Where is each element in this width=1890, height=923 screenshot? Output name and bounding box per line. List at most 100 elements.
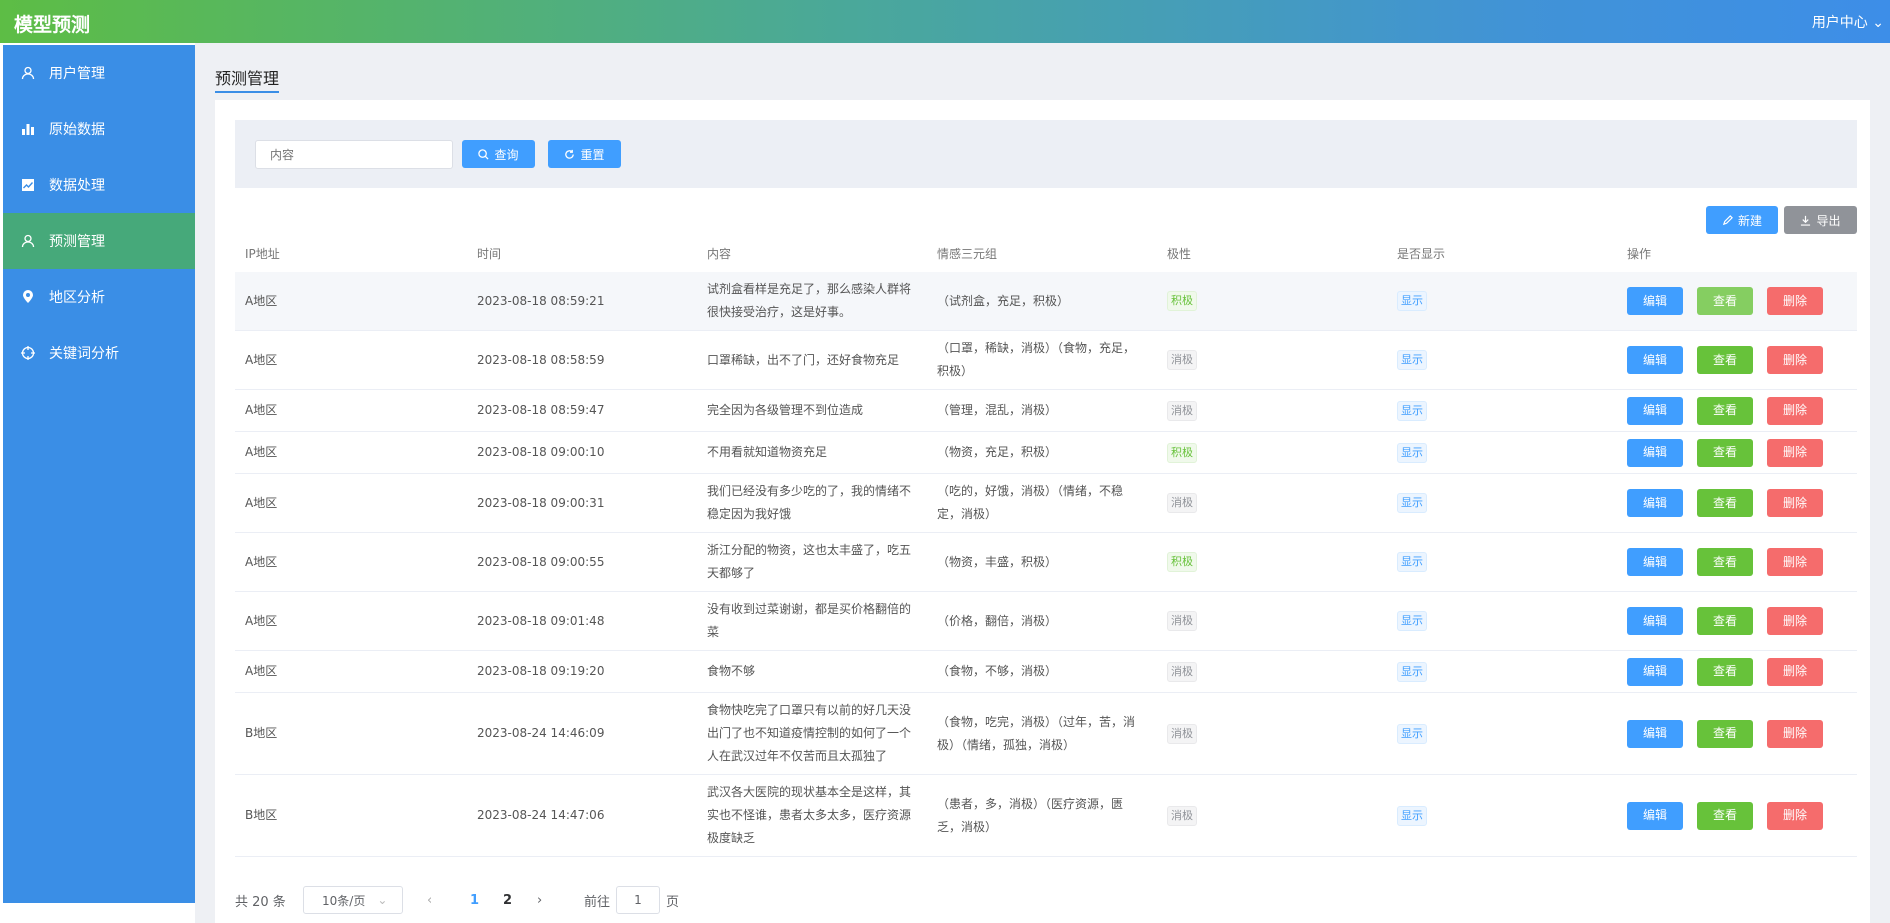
reset-button[interactable]: 重置 <box>548 140 621 168</box>
sidebar-item-label: 数据处理 <box>49 178 105 194</box>
show-tag: 显示 <box>1397 611 1427 631</box>
delete-button[interactable]: 删除 <box>1767 346 1823 374</box>
triple-cell: （试剂盒，充足，积极） <box>937 293 1070 308</box>
delete-button[interactable]: 删除 <box>1767 657 1823 686</box>
polarity-cell: 积极 <box>1167 533 1197 591</box>
table-row: B地区 2023-08-24 14:46:09 食物快吃完了口罩只有以前的好几天没出… <box>235 693 1857 775</box>
content-cell: 浙江分配的物资，这也太丰盛了，吃五天都够了 <box>707 543 912 580</box>
delete-button[interactable]: 删除 <box>1767 801 1823 830</box>
view-button[interactable]: 查看 <box>1697 346 1753 374</box>
show-tag: 显示 <box>1397 661 1427 682</box>
column-header: 情感三元组 <box>937 247 998 261</box>
view-button[interactable]: 查看 <box>1697 548 1753 576</box>
actions-cell: 编辑 查看 删除 <box>1627 474 1837 532</box>
polarity-tag: 消极 <box>1167 400 1197 421</box>
delete-button[interactable]: 删除 <box>1767 287 1823 315</box>
view-button[interactable]: 查看 <box>1697 719 1753 748</box>
delete-button[interactable]: 删除 <box>1767 607 1823 635</box>
show-cell: 显示 <box>1397 775 1427 856</box>
app-header: 模型预测 用户中心 ⌄ <box>0 0 1890 43</box>
aim-icon <box>19 344 37 362</box>
sidebar-item-1[interactable]: 原始数据 <box>3 101 195 157</box>
page-number[interactable]: 2 <box>503 886 512 914</box>
goto-page-input[interactable]: 1 <box>616 886 660 914</box>
page-tab[interactable]: 预测管理 <box>215 65 280 93</box>
ip-cell: A地区 <box>245 352 278 367</box>
actions-cell: 编辑 查看 删除 <box>1627 272 1837 330</box>
column-header: IP地址 <box>245 247 280 261</box>
ip-cell: B地区 <box>245 808 278 822</box>
prev-page-icon[interactable]: ‹ <box>427 886 432 914</box>
edit-button[interactable]: 编辑 <box>1627 346 1683 374</box>
triple-cell: （食物，不够，消极） <box>937 664 1058 678</box>
query-button-label: 查询 <box>494 147 519 162</box>
view-button[interactable]: 查看 <box>1697 287 1753 315</box>
delete-button[interactable]: 删除 <box>1767 396 1823 425</box>
trend-chart-icon <box>19 176 37 194</box>
time-cell: 2023-08-18 09:00:31 <box>477 495 605 510</box>
edit-button[interactable]: 编辑 <box>1627 438 1683 467</box>
query-button[interactable]: 查询 <box>462 140 535 168</box>
view-button[interactable]: 查看 <box>1697 607 1753 635</box>
delete-button[interactable]: 删除 <box>1767 438 1823 467</box>
edit-button[interactable]: 编辑 <box>1627 396 1683 425</box>
page-size-select[interactable]: 10条/页 ⌄ <box>303 886 403 914</box>
search-bar: 查询 重置 <box>235 120 1857 188</box>
polarity-tag: 积极 <box>1167 552 1197 572</box>
edit-button[interactable]: 编辑 <box>1627 489 1683 517</box>
table-row: A地区 2023-08-18 08:58:59 口罩稀缺，出不了门，还好食物充足 （口… <box>235 331 1857 390</box>
sidebar-item-label: 关键词分析 <box>49 346 119 362</box>
page-size-value: 10条/页 <box>322 893 366 908</box>
ip-cell: B地区 <box>245 726 278 740</box>
ip-cell: A地区 <box>245 613 278 628</box>
table-row: A地区 2023-08-18 09:00:31 我们已经没有多少吃的了，我的情绪不稳… <box>235 474 1857 533</box>
view-button[interactable]: 查看 <box>1697 801 1753 830</box>
edit-button[interactable]: 编辑 <box>1627 607 1683 635</box>
triple-cell: （吃的，好饿，消极）（情绪，不稳定，消极） <box>937 484 1124 521</box>
view-button[interactable]: 查看 <box>1697 489 1753 517</box>
polarity-cell: 消极 <box>1167 651 1197 692</box>
column-header: 时间 <box>477 247 502 261</box>
next-page-icon[interactable]: › <box>537 886 542 914</box>
export-button[interactable]: 导出 <box>1784 206 1857 234</box>
chevron-down-icon: ⌄ <box>1872 15 1884 31</box>
sidebar-item-label: 用户管理 <box>49 66 105 82</box>
page-number[interactable]: 1 <box>470 886 479 914</box>
search-input[interactable] <box>255 140 453 169</box>
sidebar-item-4[interactable]: 地区分析 <box>3 269 195 325</box>
edit-button[interactable]: 编辑 <box>1627 657 1683 686</box>
triple-cell: （物资，丰盛，积极） <box>937 554 1058 569</box>
actions-cell: 编辑 查看 删除 <box>1627 432 1837 473</box>
sidebar-item-5[interactable]: 关键词分析 <box>3 325 195 381</box>
edit-button[interactable]: 编辑 <box>1627 801 1683 830</box>
delete-button[interactable]: 删除 <box>1767 548 1823 576</box>
page-suffix: 页 <box>666 894 680 910</box>
ip-cell: A地区 <box>245 664 278 678</box>
user-center-menu[interactable]: 用户中心 ⌄ <box>1812 12 1884 32</box>
content-cell: 食物快吃完了口罩只有以前的好几天没出门了也不知道疫情控制的如何了一个人在武汉过年… <box>707 703 912 763</box>
edit-button[interactable]: 编辑 <box>1627 548 1683 576</box>
edit-button[interactable]: 编辑 <box>1627 719 1683 748</box>
view-button[interactable]: 查看 <box>1697 657 1753 686</box>
edit-button[interactable]: 编辑 <box>1627 287 1683 315</box>
sidebar-item-0[interactable]: 用户管理 <box>3 45 195 101</box>
ip-cell: A地区 <box>245 495 278 510</box>
delete-button[interactable]: 删除 <box>1767 719 1823 748</box>
polarity-tag: 消极 <box>1167 350 1197 370</box>
actions-cell: 编辑 查看 删除 <box>1627 592 1837 650</box>
show-tag: 显示 <box>1397 442 1427 463</box>
column-header: 内容 <box>707 247 732 261</box>
delete-button[interactable]: 删除 <box>1767 489 1823 517</box>
polarity-tag: 消极 <box>1167 493 1197 513</box>
content-cell: 试剂盒看样是充足了，那么感染人群将很快接受治疗，这是好事。 <box>707 282 912 319</box>
view-button[interactable]: 查看 <box>1697 396 1753 425</box>
user-center-label: 用户中心 <box>1811 15 1868 31</box>
new-button[interactable]: 新建 <box>1706 206 1778 234</box>
total-count: 共 20 条 <box>235 894 286 910</box>
sidebar-item-3[interactable]: 预测管理 <box>3 213 195 269</box>
view-button[interactable]: 查看 <box>1697 438 1753 467</box>
actions-cell: 编辑 查看 删除 <box>1627 775 1837 856</box>
goto-label: 前往 <box>584 894 611 910</box>
show-tag: 显示 <box>1397 805 1427 826</box>
sidebar-item-2[interactable]: 数据处理 <box>3 157 195 213</box>
